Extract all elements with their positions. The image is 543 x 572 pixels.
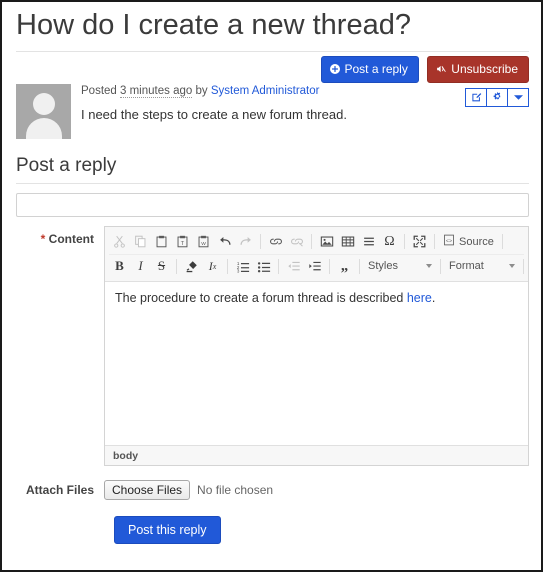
page-title: How do I create a new thread? (16, 9, 411, 41)
source-button[interactable]: <> Source (439, 232, 498, 252)
editor-inline-link[interactable]: here (407, 291, 432, 305)
indent-icon[interactable] (304, 256, 325, 276)
toolbar-separator (227, 258, 228, 274)
svg-text:W: W (201, 241, 206, 247)
reply-title-input[interactable] (16, 192, 529, 217)
post-meta: Posted 3 minutes ago by System Administr… (81, 84, 347, 98)
italic-icon[interactable]: I (130, 256, 151, 276)
toolbar-separator (434, 234, 435, 250)
chevron-down-icon (426, 264, 432, 269)
editor-toolbar-row-2: B I S Ix 123 „ Styles Format (109, 253, 524, 278)
toolbar-separator (501, 234, 503, 250)
horizontal-rule-icon[interactable] (358, 232, 379, 252)
paste-icon[interactable] (151, 232, 172, 252)
blockquote-icon[interactable]: „ (334, 256, 355, 276)
bold-icon[interactable]: B (109, 256, 130, 276)
numbered-list-icon[interactable]: 123 (232, 256, 253, 276)
editor-toolbar: T W Ω <> Source B I S I x 1 2 3 „ Styles… (105, 226, 528, 282)
unsubscribe-label: Unsubscribe (451, 61, 518, 76)
post-content-column: Posted 3 minutes ago by System Administr… (81, 84, 347, 139)
remove-format-icon[interactable] (181, 256, 202, 276)
content-label-text: Content (48, 231, 94, 246)
content-field-row: * Content T W Ω <> Source B I S I x 1 2 … (16, 225, 529, 466)
subscript-icon[interactable]: Ix (202, 256, 223, 276)
special-char-icon[interactable]: Ω (379, 232, 400, 252)
reply-form: * Content T W Ω <> Source B I S I x 1 2 … (2, 184, 541, 544)
toolbar-separator (404, 234, 405, 250)
choose-files-button[interactable]: Choose Files (104, 479, 191, 500)
post-this-reply-button[interactable]: Post this reply (114, 515, 221, 544)
table-icon[interactable] (337, 232, 358, 252)
editor-toolbar-row-1: T W Ω <> Source (109, 230, 524, 254)
reply-section-title: Post a reply (16, 154, 117, 176)
chevron-down-icon (509, 264, 515, 269)
attach-files-row: Attach Files Choose Files No file chosen (16, 479, 529, 500)
outdent-icon[interactable] (283, 256, 304, 276)
image-icon[interactable] (316, 232, 337, 252)
undo-icon[interactable] (214, 232, 235, 252)
no-file-chosen-text: No file chosen (197, 482, 274, 497)
edit-square-icon[interactable] (465, 87, 487, 107)
format-label: Format (449, 260, 484, 273)
post-author-link[interactable]: System Administrator (211, 85, 320, 97)
source-code-icon: <> (443, 234, 455, 249)
attach-files-label: Attach Files (25, 482, 94, 497)
cut-icon[interactable] (109, 232, 130, 252)
browser-frame: How do I create a new thread? Post a rep… (0, 0, 543, 572)
original-post: Post a reply Unsubscribe Posted 3 minute… (2, 52, 541, 149)
chevron-down-icon[interactable] (507, 87, 529, 107)
posted-prefix: Posted (81, 84, 117, 97)
paste-word-icon[interactable]: W (193, 232, 214, 252)
gear-icon[interactable] (486, 87, 508, 107)
page-content: How do I create a new thread? Post a rep… (2, 2, 541, 570)
source-label: Source (459, 235, 494, 248)
toolbar-separator (523, 258, 524, 274)
post-timestamp: 3 minutes ago (120, 84, 193, 98)
toolbar-separator (359, 258, 360, 274)
svg-text:3: 3 (236, 268, 239, 272)
avatar-body-icon (25, 117, 62, 139)
toolbar-separator (440, 258, 441, 274)
toolbar-separator (260, 234, 261, 250)
link-icon[interactable] (265, 232, 286, 252)
rich-text-editor: T W Ω <> Source B I S I x 1 2 3 „ Styles… (104, 225, 529, 466)
post-a-reply-label: Post a reply (344, 61, 408, 76)
editor-content-area[interactable]: The procedure to create a forum thread i… (105, 281, 528, 445)
post-text: I need the steps to create a new forum t… (81, 106, 347, 122)
editor-text-after: . (431, 290, 436, 305)
toolbar-separator (176, 258, 177, 274)
redo-icon[interactable] (235, 232, 256, 252)
post-a-reply-button[interactable]: Post a reply (321, 55, 419, 83)
paste-text-icon[interactable]: T (172, 232, 193, 252)
editor-element-path[interactable]: body (105, 444, 528, 465)
submit-row: Post this reply (16, 515, 529, 544)
unsubscribe-button[interactable]: Unsubscribe (427, 55, 529, 83)
bell-mute-icon (436, 63, 447, 77)
post-action-buttons: Post a reply Unsubscribe (321, 55, 529, 107)
maximize-icon[interactable] (409, 232, 430, 252)
unlink-icon[interactable] (286, 232, 307, 252)
copy-icon[interactable] (130, 232, 151, 252)
plus-circle-icon (330, 63, 341, 77)
toolbar-separator (329, 258, 330, 274)
toolbar-separator (311, 234, 312, 250)
svg-text:<>: <> (446, 239, 452, 245)
avatar-head-icon (32, 92, 55, 115)
post-secondary-actions (321, 87, 529, 107)
avatar (16, 83, 71, 139)
bulleted-list-icon[interactable] (253, 256, 274, 276)
format-dropdown[interactable]: Format (445, 256, 519, 276)
by-word: by (195, 84, 208, 97)
editor-text-before: The procedure to create a forum thread i… (115, 290, 407, 305)
strikethrough-icon[interactable]: S (151, 256, 172, 276)
svg-text:T: T (181, 241, 185, 247)
toolbar-separator (278, 258, 279, 274)
styles-dropdown[interactable]: Styles (364, 256, 436, 276)
styles-label: Styles (368, 260, 398, 273)
content-field-label: * Content (16, 226, 104, 466)
required-marker: * (40, 231, 46, 246)
